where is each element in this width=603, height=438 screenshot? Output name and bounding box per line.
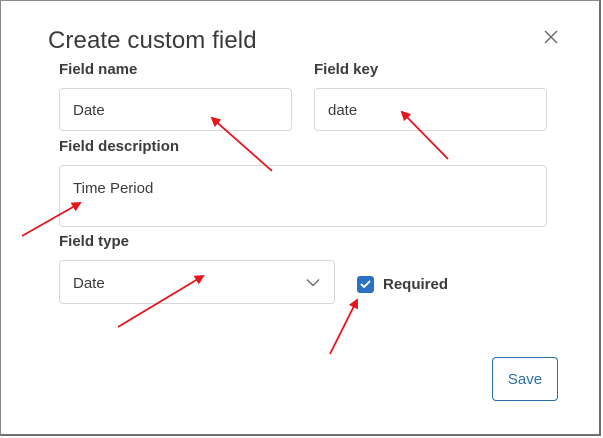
field-type-selected-value: Date bbox=[73, 275, 105, 292]
check-icon bbox=[360, 280, 371, 288]
dialog-title: Create custom field bbox=[48, 27, 257, 54]
field-description-label: Field description bbox=[59, 138, 180, 155]
field-key-label: Field key bbox=[314, 61, 379, 78]
field-key-input[interactable]: date bbox=[314, 88, 547, 131]
field-name-input[interactable]: Date bbox=[59, 88, 292, 131]
required-checkbox[interactable] bbox=[357, 276, 374, 293]
field-key-value: date bbox=[328, 102, 358, 119]
field-description-value: Time Period bbox=[73, 180, 154, 197]
field-name-label: Field name bbox=[59, 61, 138, 78]
save-button[interactable]: Save bbox=[492, 357, 558, 401]
field-type-select[interactable]: Date bbox=[59, 260, 335, 304]
field-description-textarea[interactable]: Time Period bbox=[59, 165, 547, 227]
required-label[interactable]: Required bbox=[383, 276, 448, 293]
field-type-label: Field type bbox=[59, 233, 130, 250]
chevron-down-icon bbox=[306, 279, 320, 287]
close-icon[interactable] bbox=[541, 27, 561, 47]
field-name-value: Date bbox=[73, 102, 105, 119]
create-custom-field-dialog: Create custom field Field name Date Fiel… bbox=[0, 0, 601, 436]
